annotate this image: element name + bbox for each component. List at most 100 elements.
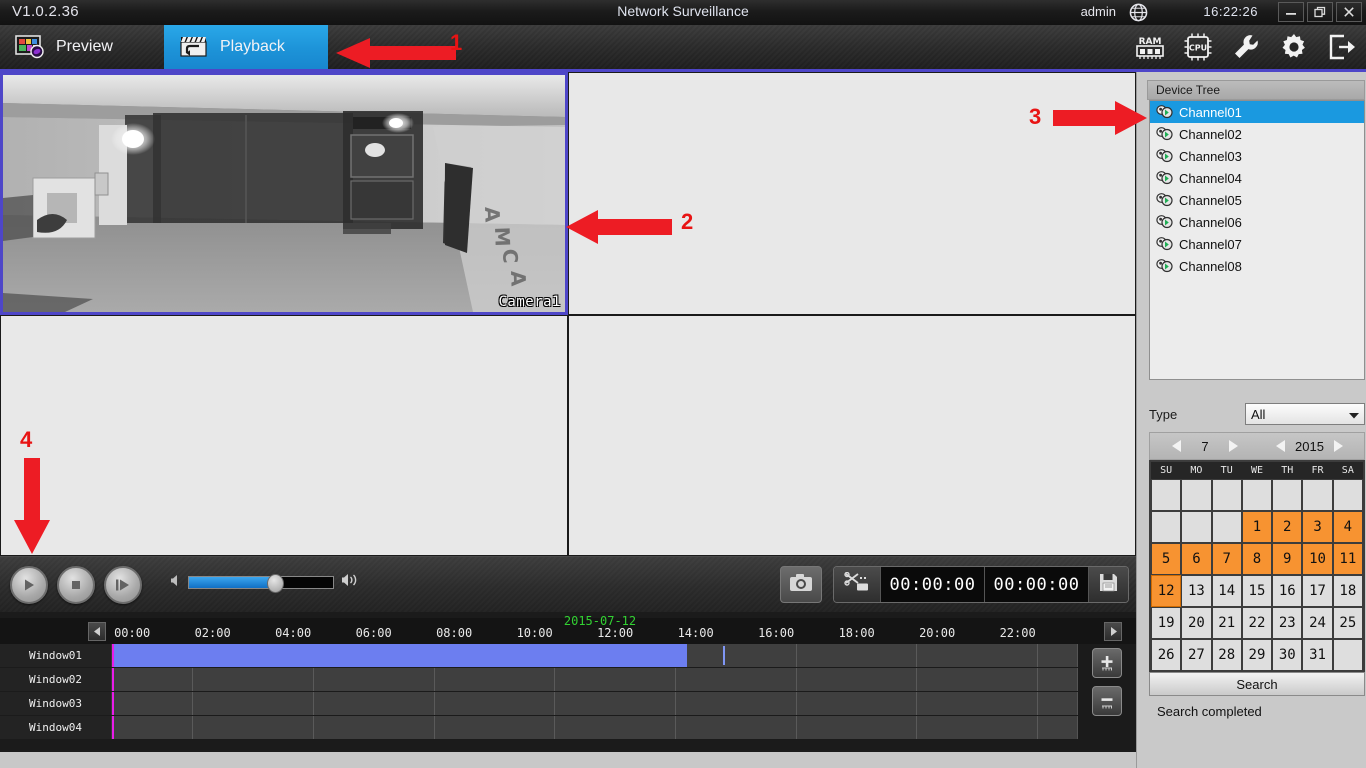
calendar-day-22[interactable]: 22 [1242, 608, 1272, 638]
calendar-day-14[interactable]: 14 [1212, 576, 1241, 606]
wrench-icon[interactable] [1230, 31, 1262, 63]
calendar-day-30[interactable]: 30 [1273, 640, 1302, 670]
calendar-day-26[interactable]: 26 [1152, 640, 1181, 670]
scroll-left-icon[interactable] [88, 622, 106, 641]
timeline: 2015-07-12 00:00 02:00 04:00 06:00 08:00 10:0… [0, 612, 1136, 752]
globe-icon[interactable] [1129, 3, 1148, 22]
timeline-recording-bar[interactable] [112, 644, 687, 667]
device-tree-item-channel06[interactable]: Channel06 [1150, 211, 1364, 233]
device-tree-item-channel02[interactable]: Channel02 [1150, 123, 1364, 145]
volume-high-icon[interactable] [341, 573, 359, 592]
timeline-track[interactable] [112, 644, 1078, 667]
prev-month-button[interactable] [1172, 440, 1181, 452]
calendar-day-11[interactable]: 11 [1333, 544, 1362, 574]
device-tree-item-channel07[interactable]: Channel07 [1150, 233, 1364, 255]
calendar-day-19[interactable]: 19 [1152, 608, 1181, 638]
logout-icon[interactable] [1326, 31, 1358, 63]
timeline-playhead[interactable] [112, 644, 114, 667]
snapshot-button[interactable] [780, 566, 822, 603]
timeline-playhead[interactable] [112, 716, 114, 739]
timeline-gridline [554, 668, 556, 691]
device-tree-item-channel05[interactable]: Channel05 [1150, 189, 1364, 211]
stop-button[interactable] [57, 566, 95, 604]
calendar-day-21[interactable]: 21 [1212, 608, 1241, 638]
device-tree-item-channel04[interactable]: Channel04 [1150, 167, 1364, 189]
device-tree-header: Device Tree [1147, 80, 1365, 100]
ram-icon[interactable]: RAM [1134, 31, 1166, 63]
device-tree-list[interactable]: Channel01 Channel02 Channel03 Channel04 … [1149, 100, 1365, 380]
device-tree-item-channel03[interactable]: Channel03 [1150, 145, 1364, 167]
timeline-rows: Window01 Window02 Window03 Window04 [0, 644, 1078, 740]
prev-year-button[interactable] [1276, 440, 1285, 452]
camera-channel-icon [1156, 214, 1173, 230]
calendar-day-16[interactable]: 16 [1273, 576, 1302, 606]
gear-icon[interactable] [1278, 31, 1310, 63]
timeline-track[interactable] [112, 692, 1078, 715]
timeline-gridline [1036, 692, 1038, 715]
calendar-day-2[interactable]: 2 [1273, 512, 1302, 542]
calendar-day-29[interactable]: 29 [1242, 640, 1272, 670]
video-pane-1[interactable]: A M C A Camera1 [0, 72, 568, 315]
timeline-gridline [554, 692, 556, 715]
calendar-day-4[interactable]: 4 [1333, 512, 1362, 542]
type-filter-select[interactable]: All [1245, 403, 1365, 425]
timeline-track[interactable] [112, 668, 1078, 691]
cpu-icon[interactable]: CPU [1182, 31, 1214, 63]
timeline-ruler[interactable]: 2015-07-12 00:00 02:00 04:00 06:00 08:00 10:0… [0, 614, 1136, 644]
calendar-day-18[interactable]: 18 [1333, 576, 1362, 606]
calendar-day-10[interactable]: 10 [1303, 544, 1332, 574]
calendar-day-13[interactable]: 13 [1182, 576, 1211, 606]
restore-button[interactable] [1307, 2, 1333, 22]
calendar-day-25[interactable]: 25 [1333, 608, 1362, 638]
device-tree-item-channel08[interactable]: Channel08 [1150, 255, 1364, 277]
clip-start-time[interactable]: 00:00:00 [881, 567, 985, 602]
timeline-track[interactable] [112, 716, 1078, 739]
calendar-cell-empty [1152, 512, 1181, 542]
timeline-playhead[interactable] [112, 668, 114, 691]
volume-low-icon[interactable] [170, 574, 181, 592]
next-year-button[interactable] [1333, 440, 1343, 452]
device-tree-item-channel01[interactable]: Channel01 [1150, 101, 1364, 123]
calendar-day-6[interactable]: 6 [1182, 544, 1211, 574]
calendar-day-20[interactable]: 20 [1182, 608, 1211, 638]
close-button[interactable] [1336, 2, 1362, 22]
calendar-day-7[interactable]: 7 [1212, 544, 1241, 574]
search-button[interactable]: Search [1149, 672, 1365, 696]
clip-end-time[interactable]: 00:00:00 [985, 567, 1089, 602]
frame-step-button[interactable] [104, 566, 142, 604]
save-clip-button[interactable] [1089, 567, 1128, 602]
tab-playback[interactable]: Playback [164, 25, 328, 69]
scroll-right-icon[interactable] [1104, 622, 1122, 641]
volume-slider[interactable] [188, 574, 334, 593]
clip-button[interactable] [834, 567, 881, 602]
timeline-playhead[interactable] [112, 692, 114, 715]
calendar-day-28[interactable]: 28 [1212, 640, 1241, 670]
next-month-button[interactable] [1229, 440, 1238, 452]
minimize-button[interactable] [1278, 2, 1304, 22]
calendar-day-5[interactable]: 5 [1152, 544, 1181, 574]
calendar-day-23[interactable]: 23 [1273, 608, 1302, 638]
tab-preview[interactable]: Preview [0, 25, 164, 69]
calendar-day-27[interactable]: 27 [1182, 640, 1211, 670]
calendar-day-15[interactable]: 15 [1242, 576, 1272, 606]
video-pane-2[interactable] [568, 72, 1136, 315]
volume-knob[interactable] [266, 574, 284, 593]
calendar-day-24[interactable]: 24 [1303, 608, 1332, 638]
calendar-day-17[interactable]: 17 [1303, 576, 1332, 606]
svg-text:CPU: CPU [1189, 44, 1207, 53]
calendar-day-1[interactable]: 1 [1242, 512, 1272, 542]
calendar-day-8[interactable]: 8 [1242, 544, 1272, 574]
timeline-cursor[interactable] [723, 646, 726, 665]
calendar-day-9[interactable]: 9 [1273, 544, 1302, 574]
calendar-day-3[interactable]: 3 [1303, 512, 1332, 542]
calendar-weekday: SA [1341, 465, 1354, 476]
timeline-gridline [192, 692, 194, 715]
calendar-day-31[interactable]: 31 [1303, 640, 1332, 670]
video-pane-4[interactable] [568, 315, 1136, 556]
play-button[interactable] [10, 566, 48, 604]
calendar-day-12[interactable]: 12 [1150, 575, 1182, 607]
calendar-body[interactable]: 1 2 3 4 5 6 7 8 9 10 11 12 13 14 15 16 17 18 19 20 21 22 23 24 2… [1150, 479, 1363, 671]
zoom-in-icon[interactable] [1092, 648, 1122, 678]
zoom-out-icon[interactable] [1092, 686, 1122, 716]
video-pane-3[interactable] [0, 315, 568, 556]
